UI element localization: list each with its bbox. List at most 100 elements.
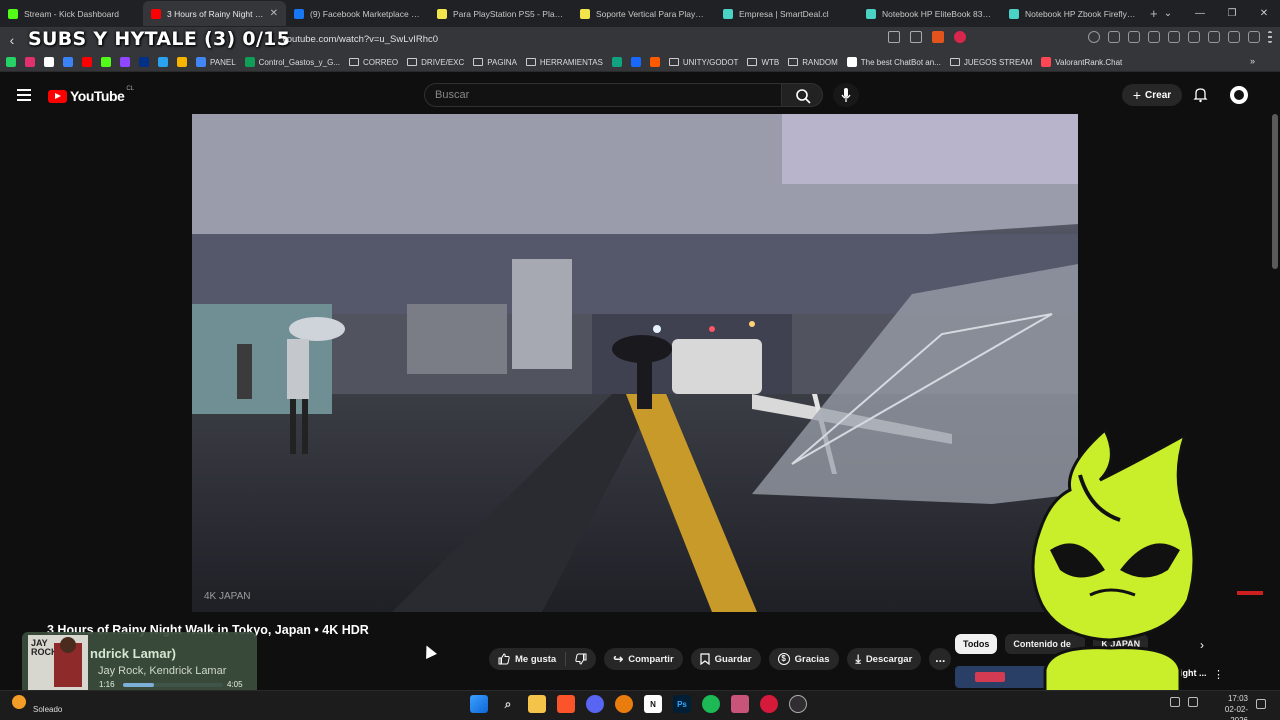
bookmark-folder[interactable]: JUEGOS STREAM xyxy=(949,58,1032,67)
tab-label: (9) Facebook Marketplace | Fa... xyxy=(310,8,421,19)
browser-tab[interactable]: Notebook HP EliteBook 830 G... xyxy=(858,1,1001,26)
bookmark-folder[interactable]: PAGINA xyxy=(473,58,517,67)
song-duration: 4:05 xyxy=(227,680,243,689)
bookmark-item[interactable] xyxy=(82,57,96,67)
browser-tab[interactable]: Para PlayStation PS5 - PlaySta... xyxy=(429,1,572,26)
mouse-cursor xyxy=(421,643,437,659)
more-bookmarks-icon[interactable]: » xyxy=(1250,56,1255,66)
create-label: Crear xyxy=(1145,89,1172,101)
obs-icon[interactable] xyxy=(789,695,807,713)
more-actions-button[interactable]: ... xyxy=(929,648,952,670)
voice-search-button[interactable] xyxy=(833,83,859,107)
spotify-icon[interactable] xyxy=(702,695,720,713)
share-button[interactable]: ↪ Compartir xyxy=(604,648,683,670)
bookmark-item[interactable]: PANEL xyxy=(196,57,236,67)
blender-icon[interactable] xyxy=(615,695,633,713)
extension-icon[interactable] xyxy=(1148,31,1160,43)
notifications-button[interactable] xyxy=(1192,86,1209,103)
brave-shield-icon[interactable] xyxy=(932,31,944,43)
menu-icon[interactable] xyxy=(1268,31,1272,43)
browser-tab[interactable]: Notebook HP Zbook Firefly 14... xyxy=(1001,1,1144,26)
dislike-button[interactable] xyxy=(566,648,596,670)
folder-icon xyxy=(788,58,799,66)
thanks-button[interactable]: $ Gracias xyxy=(768,648,839,670)
bookmark-item[interactable] xyxy=(611,57,626,67)
tab-favicon-icon xyxy=(151,8,161,19)
extension-icon[interactable] xyxy=(1108,31,1120,43)
extension-icon[interactable] xyxy=(1088,31,1100,43)
back-button[interactable]: ‹ xyxy=(0,32,24,48)
url-text[interactable]: youtube.com/watch?v=u_SwLvIRhc0 xyxy=(282,34,438,45)
filter-chip[interactable]: Todos xyxy=(955,634,998,654)
app-icon[interactable] xyxy=(760,695,778,713)
bookmark-item[interactable] xyxy=(630,57,645,67)
clock[interactable]: 17:03 02-02-2026 xyxy=(1208,693,1248,720)
download-button[interactable]: ⤓ Descargar xyxy=(846,648,922,670)
close-tab-icon[interactable]: ✕ xyxy=(270,8,278,19)
bookmark-item[interactable] xyxy=(6,57,20,67)
bookmark-folder[interactable]: HERRAMIENTAS xyxy=(525,58,603,67)
song-progress-bar[interactable] xyxy=(123,683,223,687)
minimize-button[interactable]: — xyxy=(1184,8,1216,19)
search-icon[interactable]: ⌕ xyxy=(499,695,517,713)
extension-icon[interactable] xyxy=(1128,31,1140,43)
bookmark-folder[interactable]: WTB xyxy=(747,58,779,67)
bookmark-item[interactable]: ValorantRank.Chat xyxy=(1041,57,1122,67)
bookmark-item[interactable] xyxy=(63,57,77,67)
browser-tab[interactable]: (9) Facebook Marketplace | Fa... xyxy=(286,1,429,26)
windows-start-icon[interactable] xyxy=(470,695,488,713)
folder-icon xyxy=(747,58,758,66)
bookmark-item[interactable] xyxy=(139,57,153,67)
sidebar-icon[interactable] xyxy=(1188,31,1200,43)
photoshop-icon[interactable]: Ps xyxy=(673,695,691,713)
bookmark-item[interactable] xyxy=(158,57,172,67)
bookmark-item[interactable] xyxy=(25,57,39,67)
browser-tab[interactable]: Soporte Vertical Para Playstatio... xyxy=(572,1,715,26)
ai-icon[interactable] xyxy=(1228,31,1240,43)
share-icon[interactable] xyxy=(910,31,922,43)
bookmark-item[interactable] xyxy=(120,57,134,67)
close-window-button[interactable]: ✕ xyxy=(1248,8,1280,19)
brave-browser-icon[interactable] xyxy=(557,695,575,713)
youtube-logo[interactable]: YouTube CL xyxy=(48,86,134,104)
maximize-button[interactable]: ❐ xyxy=(1216,8,1248,19)
bookmark-item[interactable] xyxy=(177,57,191,67)
save-button[interactable]: Guardar xyxy=(690,648,761,670)
notion-icon[interactable]: N xyxy=(644,695,662,713)
window-dropdown-icon[interactable]: ⌄ xyxy=(1152,8,1184,19)
bookmark-item[interactable] xyxy=(649,57,664,67)
volume-icon[interactable] xyxy=(1188,697,1198,707)
file-explorer-icon[interactable] xyxy=(528,695,546,713)
browser-tab[interactable]: Stream - Kick Dashboard xyxy=(0,1,143,26)
bookmark-folder[interactable]: CORREO xyxy=(349,58,398,67)
wallet-icon[interactable] xyxy=(1208,31,1220,43)
bookmark-item[interactable]: The best ChatBot an... xyxy=(846,57,941,67)
weather-widget[interactable]: Soleado xyxy=(12,695,62,714)
bookmark-item[interactable] xyxy=(101,57,115,67)
recommendation-menu-icon[interactable]: ⋮ xyxy=(1213,668,1224,681)
bookmark-folder[interactable]: UNITY/GODOT xyxy=(668,58,738,67)
bookmark-item[interactable]: Control_Gastos_y_G... xyxy=(244,57,340,67)
network-icon[interactable] xyxy=(1170,697,1180,707)
search-input[interactable] xyxy=(425,84,781,106)
browser-tab[interactable]: 3 Hours of Rainy Night W... ✕ xyxy=(143,1,286,26)
notification-center-icon[interactable] xyxy=(1256,699,1266,709)
discord-icon[interactable] xyxy=(586,695,604,713)
vpn-icon[interactable] xyxy=(1248,31,1260,43)
like-button[interactable]: Me gusta xyxy=(489,648,565,670)
folder-icon xyxy=(525,58,536,66)
cast-icon[interactable] xyxy=(888,31,900,43)
menu-icon[interactable] xyxy=(17,89,31,101)
streaming-app-icon[interactable] xyxy=(731,695,749,713)
browser-tab[interactable]: Empresa | SmartDeal.cl xyxy=(715,1,858,26)
bookmark-folder[interactable]: DRIVE/EXC xyxy=(407,58,464,67)
account-avatar[interactable] xyxy=(1228,84,1250,106)
media-icon[interactable] xyxy=(1168,31,1180,43)
video-player[interactable]: 4K JAPAN xyxy=(192,114,1078,612)
bookmark-folder[interactable]: RANDOM xyxy=(788,58,838,67)
brave-rewards-icon[interactable] xyxy=(954,31,966,43)
search-button[interactable] xyxy=(781,83,823,107)
bookmark-item[interactable] xyxy=(44,57,58,67)
create-button[interactable]: + Crear xyxy=(1122,84,1182,106)
page-scrollbar[interactable] xyxy=(1272,114,1278,269)
